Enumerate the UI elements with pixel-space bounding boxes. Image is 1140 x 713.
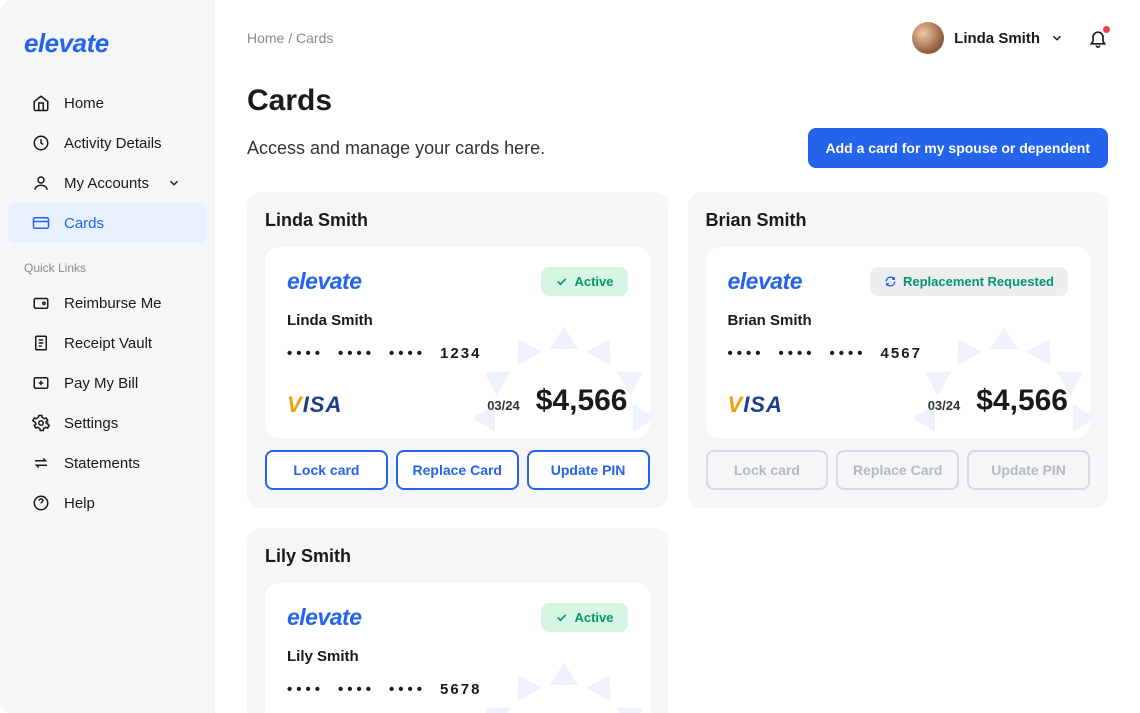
status-text: Active — [574, 610, 613, 625]
wallet-icon — [32, 294, 50, 312]
help-icon — [32, 494, 50, 512]
notification-dot — [1103, 26, 1110, 33]
visa-logo: VISA — [728, 392, 783, 418]
replace-card-button[interactable]: Replace Card — [396, 450, 519, 490]
status-badge-active: Active — [541, 267, 627, 296]
sidebar-item-accounts[interactable]: My Accounts — [8, 163, 207, 203]
card-number: ••••••••••••1234 — [287, 345, 628, 362]
card-actions: Lock cardReplace CardUpdate PIN — [706, 450, 1091, 490]
user-name: Linda Smith — [954, 30, 1040, 47]
cards-grid: Linda Smith elevate Active Linda Smith •••••… — [247, 192, 1108, 713]
card-number: ••••••••••••5678 — [287, 681, 628, 698]
sidebar-item-home[interactable]: Home — [8, 83, 207, 123]
sidebar-item-label: Help — [64, 495, 95, 512]
visa-logo: VISA — [287, 392, 342, 418]
card-block: Linda Smith elevate Active Linda Smith •••••… — [247, 192, 668, 508]
gear-icon — [32, 414, 50, 432]
card-brand-logo: elevate — [287, 604, 362, 631]
card-owner: Linda Smith — [265, 210, 650, 231]
quick-links-label: Quick Links — [0, 243, 215, 283]
status-badge-active: Active — [541, 603, 627, 632]
transfer-icon — [32, 454, 50, 472]
card-brand-logo: elevate — [287, 268, 362, 295]
sidebar-item-statements[interactable]: Statements — [8, 443, 207, 483]
card-actions: Lock cardReplace CardUpdate PIN — [265, 450, 650, 490]
card-holder-name: Brian Smith — [728, 312, 1069, 329]
card-face: elevate Replacement Requested Brian Smith •… — [706, 247, 1091, 438]
card-owner: Brian Smith — [706, 210, 1091, 231]
check-icon — [555, 275, 568, 288]
bill-icon — [32, 374, 50, 392]
page-title: Cards — [247, 84, 1108, 118]
card-last4: 1234 — [440, 345, 481, 362]
sidebar-item-label: Statements — [64, 455, 140, 472]
chevron-down-icon — [165, 174, 183, 192]
breadcrumb: Home / Cards — [247, 30, 333, 46]
sidebar-item-label: Pay My Bill — [64, 375, 138, 392]
card-owner: Lily Smith — [265, 546, 650, 567]
card-number: ••••••••••••4567 — [728, 345, 1069, 362]
sidebar-item-cards[interactable]: Cards — [8, 203, 207, 243]
sidebar-item-label: Receipt Vault — [64, 335, 152, 352]
user-icon — [32, 174, 50, 192]
avatar — [912, 22, 944, 54]
sidebar-item-label: Settings — [64, 415, 118, 432]
card-balance: $4,566 — [536, 384, 628, 418]
activity-icon — [32, 134, 50, 152]
card-expiry: 03/24 — [487, 398, 520, 413]
home-icon — [32, 94, 50, 112]
sidebar-item-activity[interactable]: Activity Details — [8, 123, 207, 163]
main-content: Home / Cards Linda Smith Cards Access an… — [215, 0, 1140, 713]
lock-card-button[interactable]: Lock card — [265, 450, 388, 490]
check-icon — [555, 611, 568, 624]
sidebar-item-label: Home — [64, 95, 104, 112]
card-balance: $4,566 — [976, 384, 1068, 418]
status-badge-replacement: Replacement Requested — [870, 267, 1068, 296]
topbar: Home / Cards Linda Smith — [247, 22, 1108, 54]
notifications-button[interactable] — [1088, 28, 1108, 48]
card-expiry: 03/24 — [928, 398, 961, 413]
card-holder-name: Lily Smith — [287, 648, 628, 665]
sidebar-item-reimburse[interactable]: Reimburse Me — [8, 283, 207, 323]
update-pin-button[interactable]: Update PIN — [527, 450, 650, 490]
brand-logo: elevate — [0, 18, 215, 83]
replace-card-button: Replace Card — [836, 450, 959, 490]
card-icon — [32, 214, 50, 232]
card-holder-name: Linda Smith — [287, 312, 628, 329]
card-face: elevate Active Linda Smith ••••••••••••1234… — [265, 247, 650, 438]
sidebar-item-label: Activity Details — [64, 135, 162, 152]
sidebar-item-label: My Accounts — [64, 175, 149, 192]
sidebar-item-settings[interactable]: Settings — [8, 403, 207, 443]
card-block: Brian Smith elevate Replacement Requested B… — [688, 192, 1109, 508]
sidebar-item-pay-bill[interactable]: Pay My Bill — [8, 363, 207, 403]
page-subtitle: Access and manage your cards here. — [247, 138, 545, 159]
sidebar: elevate Home Activity Details My Account… — [0, 0, 215, 713]
sidebar-item-label: Cards — [64, 215, 104, 232]
card-block: Lily Smith elevate Active Lily Smith •••••••… — [247, 528, 668, 713]
lock-card-button: Lock card — [706, 450, 829, 490]
sidebar-item-label: Reimburse Me — [64, 295, 162, 312]
sidebar-item-help[interactable]: Help — [8, 483, 207, 523]
add-card-button[interactable]: Add a card for my spouse or dependent — [808, 128, 1109, 168]
update-pin-button: Update PIN — [967, 450, 1090, 490]
card-last4: 5678 — [440, 681, 481, 698]
card-last4: 4567 — [881, 345, 922, 362]
receipt-icon — [32, 334, 50, 352]
status-text: Replacement Requested — [903, 274, 1054, 289]
user-menu[interactable]: Linda Smith — [912, 22, 1064, 54]
card-face: elevateActiveLily Smith••••••••••••5678V… — [265, 583, 650, 713]
chevron-down-icon — [1050, 31, 1064, 45]
sidebar-item-receipt-vault[interactable]: Receipt Vault — [8, 323, 207, 363]
refresh-icon — [884, 275, 897, 288]
status-text: Active — [574, 274, 613, 289]
card-brand-logo: elevate — [728, 268, 803, 295]
